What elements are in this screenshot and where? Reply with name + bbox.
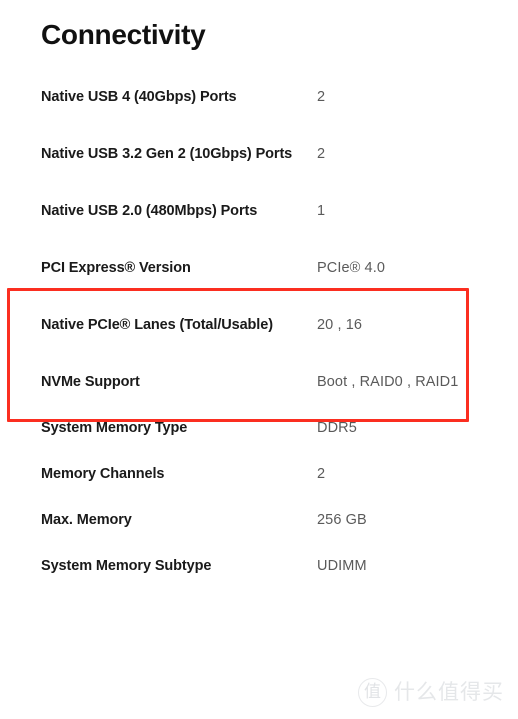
spec-value: UDIMM — [317, 558, 367, 574]
spec-value: 2 — [317, 466, 326, 482]
spec-row: Native USB 4 (40Gbps) Ports 2 — [0, 86, 518, 109]
watermark-text: 什么值得买 — [394, 680, 504, 704]
spec-label: System Memory Type — [41, 420, 188, 436]
spec-label: Native USB 4 (40Gbps) Ports — [41, 89, 237, 105]
specification-page: Connectivity Native USB 4 (40Gbps) Ports… — [0, 0, 518, 719]
spec-value: 2 — [317, 89, 326, 105]
spec-label: System Memory Subtype — [41, 558, 212, 574]
spec-row: Memory Channels 2 — [0, 463, 518, 486]
spec-row: NVMe Support Boot , RAID0 , RAID1 — [0, 371, 518, 394]
spec-value: PCIe® 4.0 — [317, 260, 386, 276]
spec-row: Native USB 2.0 (480Mbps) Ports 1 — [0, 200, 518, 223]
spec-value: 1 — [317, 203, 326, 219]
spec-value: 2 — [317, 146, 326, 162]
spec-value: 20 , 16 — [317, 317, 363, 333]
spec-label: PCI Express® Version — [41, 260, 191, 276]
specification-list: Native USB 4 (40Gbps) Ports 2 Native USB 3… — [0, 86, 518, 601]
page-title: Connectivity — [41, 19, 206, 50]
spec-row: System Memory Subtype UDIMM — [0, 555, 518, 578]
spec-label: Native PCIe® Lanes (Total/Usable) — [41, 317, 273, 333]
watermark-logo-icon: 值 — [358, 678, 387, 707]
watermark: 值 什么值得买 — [358, 678, 504, 707]
spec-label: Native USB 2.0 (480Mbps) Ports — [41, 203, 258, 219]
spec-row: PCI Express® Version PCIe® 4.0 — [0, 257, 518, 280]
spec-label: NVMe Support — [41, 374, 140, 390]
spec-label: Memory Channels — [41, 466, 165, 482]
spec-row: Native USB 3.2 Gen 2 (10Gbps) Ports 2 — [0, 143, 518, 166]
spec-label: Max. Memory — [41, 512, 132, 528]
spec-row: Max. Memory 256 GB — [0, 509, 518, 532]
spec-value: Boot , RAID0 , RAID1 — [317, 374, 459, 390]
spec-label: Native USB 3.2 Gen 2 (10Gbps) Ports — [41, 146, 293, 162]
spec-value: 256 GB — [317, 512, 367, 528]
spec-row: Native PCIe® Lanes (Total/Usable) 20 , 16 — [0, 314, 518, 337]
spec-row: System Memory Type DDR5 — [0, 417, 518, 440]
spec-value: DDR5 — [317, 420, 357, 436]
